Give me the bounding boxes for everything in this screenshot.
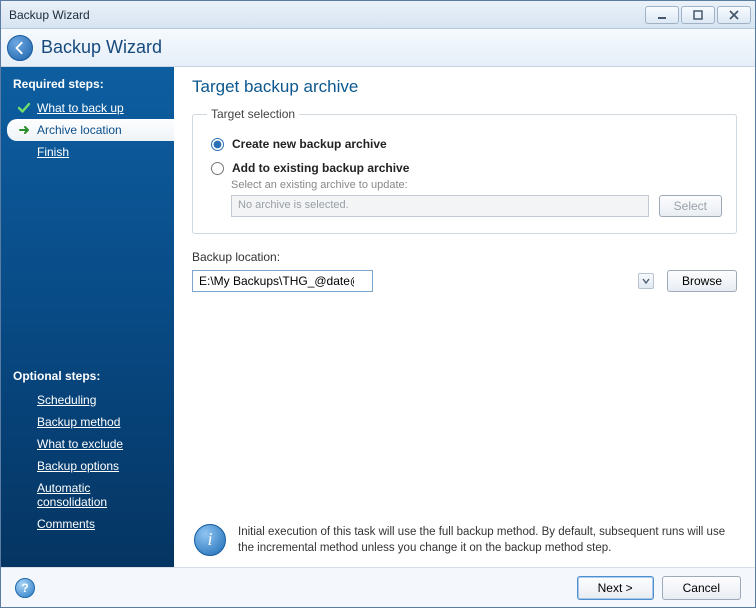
select-archive-button: Select [659, 195, 722, 217]
required-steps-header: Required steps: [1, 71, 174, 97]
info-icon: i [194, 524, 226, 556]
sidebar-item-scheduling[interactable]: Scheduling [1, 389, 174, 411]
sidebar-item-what-to-back-up[interactable]: What to back up [1, 97, 174, 119]
radio-create-new[interactable] [211, 138, 224, 151]
sidebar-item-finish[interactable]: Finish [1, 141, 174, 163]
existing-select-row: No archive is selected. Select [231, 195, 722, 217]
sidebar-item-label: Backup options [37, 459, 119, 473]
radio-add-existing[interactable] [211, 162, 224, 175]
location-input-wrap [192, 270, 657, 292]
sidebar-item-label: What to exclude [37, 437, 123, 451]
close-button[interactable] [717, 6, 751, 24]
close-icon [728, 9, 740, 21]
sidebar-item-automatic-consolidation[interactable]: Automatic consolidation [1, 477, 174, 513]
check-icon [17, 101, 31, 115]
sidebar-item-label: Comments [37, 517, 95, 531]
browse-button[interactable]: Browse [667, 270, 737, 292]
existing-archive-box: No archive is selected. [231, 195, 649, 217]
sidebar-item-comments[interactable]: Comments [1, 513, 174, 535]
info-row: i Initial execution of this task will us… [192, 516, 737, 567]
titlebar-controls [645, 6, 751, 24]
minimize-button[interactable] [645, 6, 679, 24]
optional-steps-header: Optional steps: [1, 363, 174, 389]
backup-location-row: Browse [192, 270, 737, 292]
main-panel: Target backup archive Target selection C… [174, 67, 755, 567]
next-button[interactable]: Next > [577, 576, 654, 600]
sidebar-item-label: Automatic consolidation [37, 481, 147, 509]
window-title: Backup Wizard [9, 8, 90, 22]
chevron-down-icon [642, 277, 650, 285]
window: Backup Wizard Backup Wizard Required ste… [0, 0, 756, 608]
minimize-icon [656, 9, 668, 21]
footer: ? Next > Cancel [1, 567, 755, 607]
titlebar: Backup Wizard [1, 1, 755, 29]
sidebar-item-label: Scheduling [37, 393, 96, 407]
radio-create-row: Create new backup archive [211, 137, 722, 151]
sidebar-item-archive-location[interactable]: Archive location [7, 119, 174, 141]
maximize-icon [692, 9, 704, 21]
back-arrow-icon [13, 41, 27, 55]
sidebar-item-backup-options[interactable]: Backup options [1, 455, 174, 477]
sidebar-item-label: Backup method [37, 415, 120, 429]
back-button[interactable] [7, 35, 33, 61]
sidebar-item-label: Finish [37, 145, 69, 159]
backup-location-input[interactable] [192, 270, 373, 292]
backup-location-label: Backup location: [192, 250, 737, 264]
sidebar: Required steps: What to back up Archive … [1, 67, 174, 567]
maximize-button[interactable] [681, 6, 715, 24]
blank-icon [17, 145, 31, 159]
body: Required steps: What to back up Archive … [1, 67, 755, 567]
radio-add-label: Add to existing backup archive [232, 161, 409, 175]
sidebar-item-label: Archive location [37, 123, 122, 137]
fieldset-legend: Target selection [207, 107, 299, 121]
arrow-right-icon [17, 123, 31, 137]
location-dropdown-button[interactable] [638, 273, 654, 289]
sidebar-item-label: What to back up [37, 101, 124, 115]
radio-add-row: Add to existing backup archive [211, 161, 722, 175]
target-selection-fieldset: Target selection Create new backup archi… [192, 107, 737, 234]
sidebar-item-backup-method[interactable]: Backup method [1, 411, 174, 433]
cancel-button[interactable]: Cancel [662, 576, 741, 600]
existing-archive-section: Select an existing archive to update: No… [231, 179, 722, 217]
sidebar-item-what-to-exclude[interactable]: What to exclude [1, 433, 174, 455]
page-title: Target backup archive [192, 77, 737, 97]
existing-sub-label: Select an existing archive to update: [231, 179, 722, 191]
info-text: Initial execution of this task will use … [238, 524, 735, 557]
footer-buttons: Next > Cancel [577, 576, 741, 600]
radio-create-label: Create new backup archive [232, 137, 387, 151]
help-button[interactable]: ? [15, 578, 35, 598]
header-title: Backup Wizard [41, 37, 162, 58]
header: Backup Wizard [1, 29, 755, 67]
